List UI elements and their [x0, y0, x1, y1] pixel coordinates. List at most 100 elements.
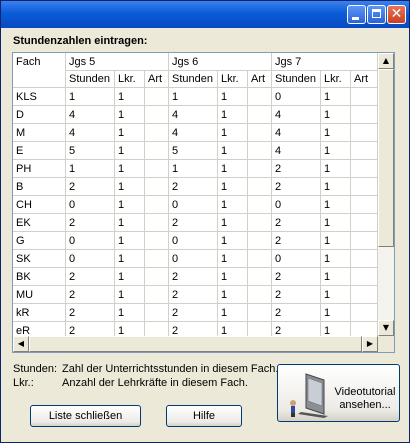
lkr-cell[interactable]: 1	[321, 160, 351, 178]
stunden-cell[interactable]: 4	[169, 106, 218, 124]
lkr-cell[interactable]: 1	[321, 124, 351, 142]
lkr-cell[interactable]: 1	[321, 304, 351, 322]
stunden-cell[interactable]: 0	[169, 196, 218, 214]
vertical-scrollbar[interactable]: ▲ ▼	[378, 53, 394, 336]
art-cell[interactable]	[248, 268, 272, 286]
art-cell[interactable]	[351, 106, 378, 124]
art-cell[interactable]	[248, 106, 272, 124]
lkr-cell[interactable]: 1	[115, 142, 145, 160]
lkr-cell[interactable]: 1	[218, 178, 248, 196]
stunden-cell[interactable]: 4	[66, 106, 115, 124]
lkr-cell[interactable]: 1	[218, 88, 248, 106]
lkr-cell[interactable]: 1	[218, 160, 248, 178]
art-cell[interactable]	[351, 142, 378, 160]
lkr-cell[interactable]: 1	[321, 178, 351, 196]
lkr-cell[interactable]: 1	[218, 286, 248, 304]
lkr-cell[interactable]: 1	[115, 178, 145, 196]
lkr-cell[interactable]: 1	[115, 232, 145, 250]
lkr-cell[interactable]: 1	[321, 268, 351, 286]
scroll-right-button[interactable]: ▶	[362, 336, 378, 352]
stunden-cell[interactable]: 1	[66, 160, 115, 178]
art-cell[interactable]	[351, 322, 378, 336]
stunden-cell[interactable]: 2	[66, 322, 115, 336]
lkr-cell[interactable]: 1	[218, 214, 248, 232]
lkr-cell[interactable]: 1	[321, 286, 351, 304]
art-cell[interactable]	[248, 196, 272, 214]
art-cell[interactable]	[145, 250, 169, 268]
lkr-cell[interactable]: 1	[115, 160, 145, 178]
lkr-cell[interactable]: 1	[115, 322, 145, 336]
art-cell[interactable]	[145, 160, 169, 178]
close-list-button[interactable]: Liste schließen	[30, 405, 141, 427]
art-cell[interactable]	[145, 142, 169, 160]
lkr-cell[interactable]: 1	[115, 268, 145, 286]
stunden-cell[interactable]: 2	[272, 268, 321, 286]
art-cell[interactable]	[145, 106, 169, 124]
stunden-cell[interactable]: 2	[272, 322, 321, 336]
lkr-cell[interactable]: 1	[218, 232, 248, 250]
art-cell[interactable]	[145, 214, 169, 232]
art-cell[interactable]	[351, 268, 378, 286]
art-cell[interactable]	[351, 178, 378, 196]
art-cell[interactable]	[248, 322, 272, 336]
art-cell[interactable]	[351, 232, 378, 250]
horizontal-scrollbar[interactable]: ◀ ▶	[13, 336, 378, 352]
lkr-cell[interactable]: 1	[218, 142, 248, 160]
stunden-cell[interactable]: 0	[66, 250, 115, 268]
lkr-cell[interactable]: 1	[115, 88, 145, 106]
art-cell[interactable]	[145, 178, 169, 196]
lkr-cell[interactable]: 1	[115, 196, 145, 214]
lkr-cell[interactable]: 1	[115, 286, 145, 304]
lkr-cell[interactable]: 1	[218, 322, 248, 336]
art-cell[interactable]	[351, 160, 378, 178]
art-cell[interactable]	[351, 286, 378, 304]
stunden-cell[interactable]: 4	[272, 106, 321, 124]
lkr-cell[interactable]: 1	[321, 196, 351, 214]
vertical-scroll-thumb[interactable]	[378, 69, 394, 247]
stunden-cell[interactable]: 0	[272, 250, 321, 268]
lkr-cell[interactable]: 1	[321, 88, 351, 106]
stunden-cell[interactable]: 2	[272, 232, 321, 250]
art-cell[interactable]	[248, 304, 272, 322]
lkr-cell[interactable]: 1	[321, 322, 351, 336]
art-cell[interactable]	[351, 196, 378, 214]
art-cell[interactable]	[145, 304, 169, 322]
lkr-cell[interactable]: 1	[115, 250, 145, 268]
lkr-cell[interactable]: 1	[218, 268, 248, 286]
scroll-up-button[interactable]: ▲	[378, 53, 394, 69]
art-cell[interactable]	[145, 286, 169, 304]
lkr-cell[interactable]: 1	[115, 106, 145, 124]
stunden-cell[interactable]: 0	[169, 232, 218, 250]
video-tutorial-button[interactable]: Videotutorial ansehen...	[277, 364, 400, 422]
lkr-cell[interactable]: 1	[218, 304, 248, 322]
stunden-cell[interactable]: 4	[272, 124, 321, 142]
art-cell[interactable]	[351, 214, 378, 232]
help-button[interactable]: Hilfe	[166, 405, 242, 427]
art-cell[interactable]	[145, 88, 169, 106]
stunden-cell[interactable]: 4	[272, 142, 321, 160]
stunden-cell[interactable]: 2	[169, 214, 218, 232]
stunden-cell[interactable]: 2	[169, 304, 218, 322]
stunden-cell[interactable]: 0	[272, 196, 321, 214]
art-cell[interactable]	[248, 214, 272, 232]
stunden-cell[interactable]: 1	[169, 160, 218, 178]
art-cell[interactable]	[351, 88, 378, 106]
art-cell[interactable]	[145, 268, 169, 286]
stunden-cell[interactable]: 2	[66, 214, 115, 232]
stunden-cell[interactable]: 0	[66, 196, 115, 214]
lkr-cell[interactable]: 1	[321, 232, 351, 250]
lkr-cell[interactable]: 1	[321, 142, 351, 160]
stunden-cell[interactable]: 5	[169, 142, 218, 160]
minimize-button[interactable]	[347, 5, 366, 24]
stunden-cell[interactable]: 0	[169, 250, 218, 268]
lkr-cell[interactable]: 1	[321, 214, 351, 232]
art-cell[interactable]	[248, 124, 272, 142]
stunden-cell[interactable]: 4	[66, 124, 115, 142]
stunden-cell[interactable]: 2	[66, 304, 115, 322]
lkr-cell[interactable]: 1	[218, 250, 248, 268]
stunden-cell[interactable]: 2	[272, 304, 321, 322]
scroll-left-button[interactable]: ◀	[13, 336, 29, 352]
stunden-cell[interactable]: 2	[169, 286, 218, 304]
close-button[interactable]: ✕	[387, 5, 406, 24]
stunden-cell[interactable]: 0	[272, 88, 321, 106]
